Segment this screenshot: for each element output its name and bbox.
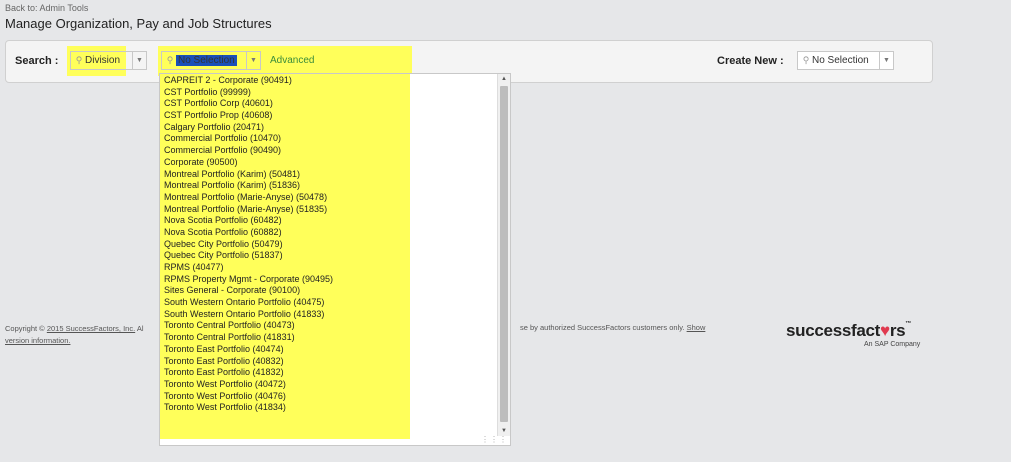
search-icon: ⚲ — [802, 55, 810, 65]
show-link[interactable]: Show — [687, 323, 706, 332]
dropdown-option[interactable]: Toronto West Portfolio (40476) — [164, 391, 333, 403]
back-to-admin-tools-link[interactable]: Back to: Admin Tools — [5, 3, 88, 13]
dropdown-option[interactable]: Calgary Portfolio (20471) — [164, 122, 333, 134]
dropdown-option[interactable]: CST Portfolio (99999) — [164, 87, 333, 99]
logo-text-start: successfact — [786, 321, 881, 340]
copyright-rest: Al — [136, 324, 144, 333]
dropdown-option[interactable]: CST Portfolio Corp (40601) — [164, 98, 333, 110]
dropdown-option[interactable]: Toronto East Portfolio (40474) — [164, 344, 333, 356]
dropdown-option[interactable]: CST Portfolio Prop (40608) — [164, 110, 333, 122]
selected-value: No Selection — [176, 55, 237, 66]
dropdown-option[interactable]: Montreal Portfolio (Marie-Anyse) (51835) — [164, 204, 333, 216]
search-selection-input[interactable]: ⚲ No Selection ▼ — [161, 51, 261, 70]
dropdown-option[interactable]: Commercial Portfolio (90490) — [164, 145, 333, 157]
advanced-search-link[interactable]: Advanced — [270, 55, 314, 66]
search-icon: ⚲ — [166, 55, 174, 65]
dropdown-option[interactable]: South Western Ontario Portfolio (40475) — [164, 297, 333, 309]
chevron-down-icon[interactable]: ▼ — [132, 52, 146, 69]
footer-copyright: Copyright © 2015 SuccessFactors, Inc. Al… — [5, 323, 144, 347]
heart-icon: ♥ — [880, 321, 890, 340]
search-type-select[interactable]: ⚲ Division ▼ — [70, 51, 147, 70]
dropdown-option[interactable]: Quebec City Portfolio (51837) — [164, 250, 333, 262]
copyright-link[interactable]: 2015 SuccessFactors, Inc. — [47, 324, 135, 333]
copyright-prefix: Copyright © — [5, 324, 45, 333]
scroll-up-icon[interactable]: ▲ — [498, 74, 510, 84]
dropdown-options: CAPREIT 2 - Corporate (90491) CST Portfol… — [164, 75, 333, 414]
footer-notice: se by authorized SuccessFactors customer… — [520, 323, 705, 332]
dropdown-option[interactable]: Toronto Central Portfolio (40473) — [164, 320, 333, 332]
logo-subtitle: An SAP Company — [864, 341, 921, 348]
scrollbar-thumb[interactable] — [500, 86, 508, 422]
dropdown-option[interactable]: CAPREIT 2 - Corporate (90491) — [164, 75, 333, 87]
create-new-value: No Selection — [812, 55, 869, 66]
dropdown-option[interactable]: Toronto West Portfolio (40472) — [164, 379, 333, 391]
dropdown-option[interactable]: Nova Scotia Portfolio (60882) — [164, 227, 333, 239]
version-information-link[interactable]: version information. — [5, 336, 70, 345]
chevron-down-icon[interactable]: ▼ — [879, 52, 893, 69]
page-title: Manage Organization, Pay and Job Structu… — [5, 16, 272, 31]
selection-dropdown-list[interactable]: CAPREIT 2 - Corporate (90491) CST Portfol… — [159, 73, 511, 446]
create-new-label: Create New : — [717, 55, 784, 67]
dropdown-option[interactable]: Toronto West Portfolio (41834) — [164, 402, 333, 414]
resize-grip-icon[interactable]: ⋮⋮⋮ — [481, 435, 508, 444]
dropdown-option[interactable]: RPMS Property Mgmt - Corporate (90495) — [164, 274, 333, 286]
create-new-select[interactable]: ⚲ No Selection ▼ — [797, 51, 894, 70]
dropdown-option[interactable]: Quebec City Portfolio (50479) — [164, 239, 333, 251]
dropdown-option[interactable]: Montreal Portfolio (Karim) (51836) — [164, 180, 333, 192]
notice-text: se by authorized SuccessFactors customer… — [520, 323, 685, 332]
successfactors-logo: successfact♥rs™ — [786, 321, 911, 341]
dropdown-option[interactable]: Commercial Portfolio (10470) — [164, 133, 333, 145]
dropdown-option[interactable]: Corporate (90500) — [164, 157, 333, 169]
dropdown-option[interactable]: Toronto East Portfolio (41832) — [164, 367, 333, 379]
dropdown-option[interactable]: Montreal Portfolio (Karim) (50481) — [164, 169, 333, 181]
dropdown-scrollbar[interactable]: ▲ ▼ — [497, 74, 510, 436]
dropdown-option[interactable]: Sites General - Corporate (90100) — [164, 285, 333, 297]
dropdown-option[interactable]: Toronto Central Portfolio (41831) — [164, 332, 333, 344]
search-type-value: Division — [85, 55, 121, 66]
dropdown-option[interactable]: South Western Ontario Portfolio (41833) — [164, 309, 333, 321]
search-icon: ⚲ — [75, 55, 83, 65]
dropdown-option[interactable]: Toronto East Portfolio (40832) — [164, 356, 333, 368]
search-label: Search : — [15, 55, 59, 67]
dropdown-option[interactable]: RPMS (40477) — [164, 262, 333, 274]
chevron-down-icon[interactable]: ▼ — [246, 52, 260, 69]
dropdown-option[interactable]: Montreal Portfolio (Marie-Anyse) (50478) — [164, 192, 333, 204]
dropdown-option[interactable]: Nova Scotia Portfolio (60482) — [164, 215, 333, 227]
logo-trademark: ™ — [905, 321, 912, 327]
logo-text-end: rs — [889, 321, 906, 340]
